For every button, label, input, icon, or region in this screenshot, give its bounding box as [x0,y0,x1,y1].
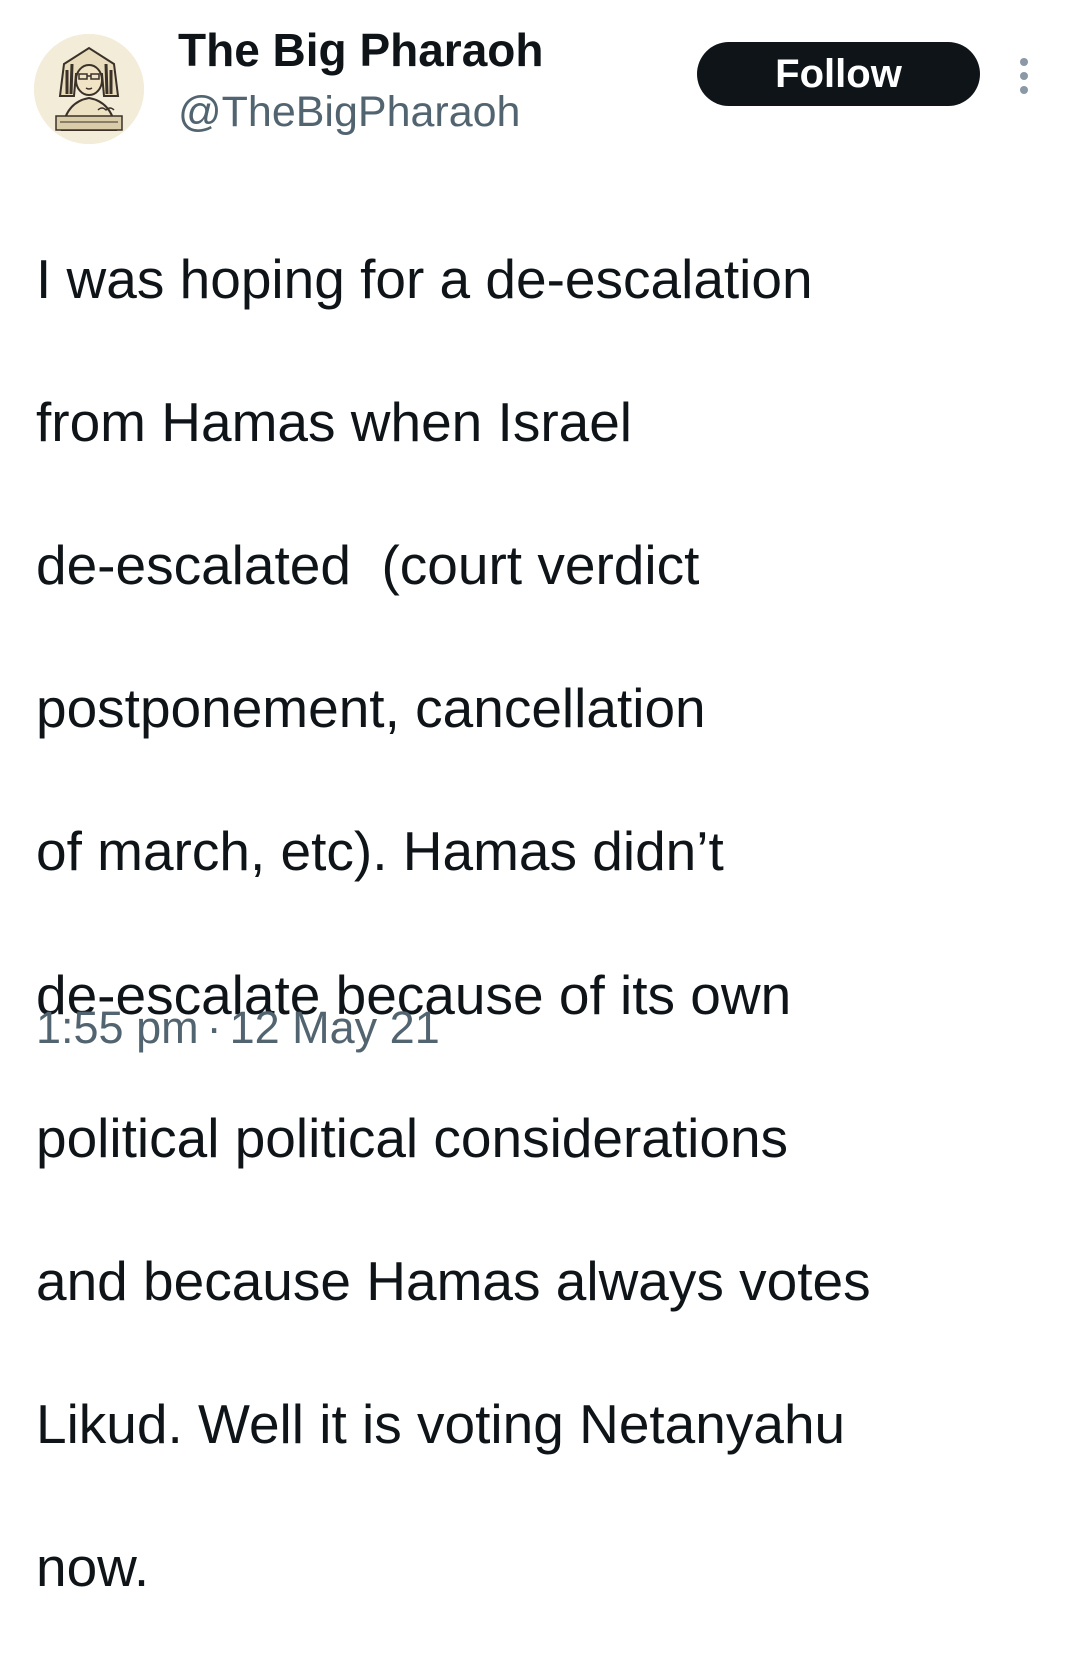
tweet-date: 12 May 21 [229,1002,440,1053]
timestamp-separator: · [206,1002,222,1053]
tweet-text-line: de-escalated (court verdict [36,533,700,596]
tweet-text-line: postponement, cancellation [36,677,706,740]
tweet-timestamp[interactable]: 1:55 pm · 12 May 21 [36,1000,440,1056]
follow-button[interactable]: Follow [697,42,980,106]
author-handle[interactable]: @TheBigPharaoh [178,86,520,138]
tweet-text-line: of march, etc). Hamas didn’t [36,820,724,883]
tweet-text-line: and because Hamas always votes [36,1249,871,1312]
author-display-name[interactable]: The Big Pharaoh [178,22,543,78]
tweet-time: 1:55 pm [36,1002,199,1053]
pharaoh-avatar-icon [34,34,144,144]
tweet-text-line: from Hamas when Israel [36,390,633,453]
tweet-text-line: political political considerations [36,1106,789,1169]
tweet-text-line: Likud. Well it is voting Netanyahu [36,1393,846,1456]
tweet-text: I was hoping for a de-escalation from Ha… [36,172,1046,1675]
tweet-card: The Big Pharaoh @TheBigPharaoh Follow I … [0,0,1080,1598]
author-avatar[interactable] [34,34,144,144]
more-options-button[interactable] [1004,52,1044,100]
tweet-text-line: I was hoping for a de-escalation [36,247,813,310]
tweet-text-line: now. [36,1536,150,1599]
